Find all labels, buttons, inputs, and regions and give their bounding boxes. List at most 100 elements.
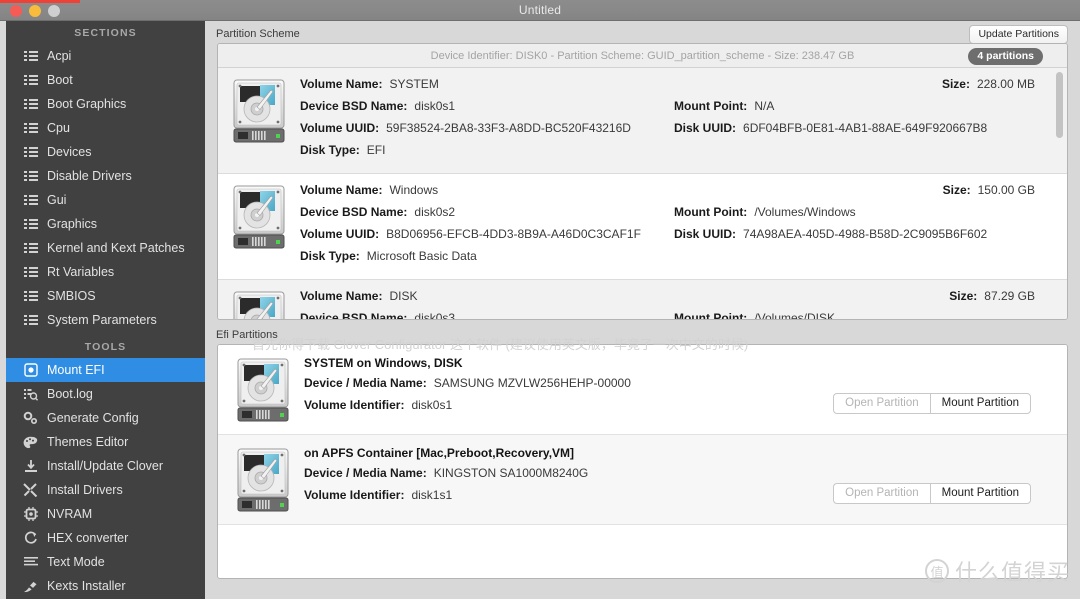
disk-type-value: EFI xyxy=(366,143,386,157)
sidebar-item-label: Kexts Installer xyxy=(47,579,126,593)
sidebar-item-cpu[interactable]: Cpu xyxy=(6,116,205,140)
open-partition-button[interactable]: Open Partition xyxy=(833,483,930,504)
sidebar-item-mount-efi[interactable]: Mount EFI xyxy=(6,358,205,382)
sidebar-item-label: System Parameters xyxy=(47,313,157,327)
sidebar-item-generate-config[interactable]: Generate Config xyxy=(6,406,205,430)
volume-uuid-label: Volume UUID: xyxy=(300,121,380,135)
partition-scrollbar[interactable] xyxy=(1055,70,1064,315)
tools-list: Mount EFI Boot.log Generate Config Themes E… xyxy=(6,358,205,599)
list-icon xyxy=(23,121,38,135)
disk-type-cell: Disk Type: EFI xyxy=(300,143,674,157)
chip-icon xyxy=(23,507,38,521)
sidebar-item-smbios[interactable]: SMBIOS xyxy=(6,284,205,308)
volume-name-value: DISK xyxy=(389,289,418,303)
volume-uuid-cell: Volume UUID: 59F38524-2BA8-33F3-A8DD-BC52… xyxy=(300,121,674,135)
disk-uuid-value: 74A98AEA-405D-4988-B58D-2C9095B6F602 xyxy=(743,227,988,241)
volume-uuid-cell: Volume UUID: B8D06956-EFCB-4DD3-8B9A-A46D… xyxy=(300,227,674,241)
sidebar-item-kernel-and-kext-patches[interactable]: Kernel and Kext Patches xyxy=(6,236,205,260)
gears-icon xyxy=(23,411,38,425)
download-icon xyxy=(23,459,38,473)
list-icon xyxy=(23,217,38,231)
sidebar-item-label: Mount EFI xyxy=(47,363,105,377)
mount-point-cell: Mount Point: /Volumes/DISK xyxy=(674,311,835,320)
volume-name-label: Volume Name: xyxy=(300,289,383,303)
hard-drive-icon xyxy=(236,358,290,424)
sidebar-item-label: SMBIOS xyxy=(47,289,96,303)
sidebar-item-kexts-installer[interactable]: Kexts Installer xyxy=(6,574,205,598)
tools-header: TOOLS xyxy=(84,341,127,353)
sidebar-item-system-parameters[interactable]: System Parameters xyxy=(6,308,205,332)
partition-field-row: Device BSD Name: disk0s2 Mount Point: /Volu… xyxy=(300,205,1057,227)
partition-rows: Volume Name: SYSTEM Size: 228.00 MB Device B… xyxy=(218,68,1067,320)
sidebar-item-boot[interactable]: Boot xyxy=(6,68,205,92)
sidebar-item-boot-log[interactable]: Boot.log xyxy=(6,382,205,406)
size-value: 228.00 MB xyxy=(976,77,1035,91)
sidebar-item-label: Graphics xyxy=(47,217,98,231)
partition-scrollbar-thumb[interactable] xyxy=(1056,72,1063,138)
size-value: 87.29 GB xyxy=(984,289,1035,303)
efi-partitions-panel: SYSTEM on Windows, DISK Device / Media Na… xyxy=(217,344,1068,579)
efi-partition-fields: on APFS Container [Mac,Preboot,Recovery,… xyxy=(304,446,1057,514)
media-name-value: KINGSTON SA1000M8240G xyxy=(433,466,589,480)
sidebar-item-nvram[interactable]: NVRAM xyxy=(6,502,205,526)
sidebar-item-label: Devices xyxy=(47,145,92,159)
efi-action-buttons: Open Partition Mount Partition xyxy=(833,393,1031,414)
partition-field-row: Device BSD Name: disk0s1 Mount Point: N/A xyxy=(300,99,1057,121)
mount-partition-button[interactable]: Mount Partition xyxy=(929,393,1031,414)
sidebar: SECTIONS Acpi Boot Boot Graphics Cpu Devices… xyxy=(6,21,205,599)
title-bar: Untitled xyxy=(0,0,1080,21)
disk-uuid-label: Disk UUID: xyxy=(674,121,737,135)
volume-name-label: Volume Name: xyxy=(300,77,383,91)
volume-name-cell: Volume Name: SYSTEM xyxy=(300,77,674,91)
sidebar-item-label: Themes Editor xyxy=(47,435,129,449)
partition-row[interactable]: Volume Name: Windows Size: 150.00 GB Device … xyxy=(218,174,1067,280)
partition-row[interactable]: Volume Name: DISK Size: 87.29 GB Device BSD … xyxy=(218,280,1067,320)
sidebar-item-devices[interactable]: Devices xyxy=(6,140,205,164)
sidebar-item-disable-drivers[interactable]: Disable Drivers xyxy=(6,164,205,188)
sidebar-item-gui[interactable]: Gui xyxy=(6,188,205,212)
disk-type-label: Disk Type: xyxy=(300,249,360,263)
efi-partition-row[interactable]: SYSTEM on Windows, DISK Device / Media Na… xyxy=(218,345,1067,435)
mount-point-value: N/A xyxy=(754,99,775,113)
hard-drive-icon xyxy=(232,79,286,145)
sidebar-item-text-mode[interactable]: Text Mode xyxy=(6,550,205,574)
tools-icon xyxy=(23,483,38,497)
size-label: Size: xyxy=(941,77,970,91)
sidebar-item-themes-editor[interactable]: Themes Editor xyxy=(6,430,205,454)
sidebar-item-install-drivers[interactable]: Install Drivers xyxy=(6,478,205,502)
sidebar-item-label: Acpi xyxy=(47,49,72,63)
sidebar-item-boot-graphics[interactable]: Boot Graphics xyxy=(6,92,205,116)
partition-row[interactable]: Volume Name: SYSTEM Size: 228.00 MB Device B… xyxy=(218,68,1067,174)
mount-point-cell: Mount Point: /Volumes/Windows xyxy=(674,205,856,219)
volume-identifier-value: disk0s1 xyxy=(411,398,453,412)
sidebar-item-graphics[interactable]: Graphics xyxy=(6,212,205,236)
lines-icon xyxy=(23,555,38,569)
sidebar-item-label: Generate Config xyxy=(47,411,139,425)
sidebar-item-label: Install Drivers xyxy=(47,483,123,497)
size-label: Size: xyxy=(949,289,978,303)
disk-type-value: Microsoft Basic Data xyxy=(366,249,477,263)
list-icon xyxy=(23,97,38,111)
open-partition-button[interactable]: Open Partition xyxy=(833,393,930,414)
main-content: Partition Scheme Update Partitions Devic… xyxy=(205,21,1080,599)
sidebar-item-label: Disable Drivers xyxy=(47,169,132,183)
efi-partition-fields: SYSTEM on Windows, DISK Device / Media Na… xyxy=(304,356,1057,424)
sidebar-item-label: Cpu xyxy=(47,121,70,135)
partition-field-row: Volume Name: DISK Size: 87.29 GB xyxy=(300,289,1057,311)
partition-count-badge: 4 partitions xyxy=(968,48,1043,65)
sidebar-item-label: HEX converter xyxy=(47,531,129,545)
sidebar-item-acpi[interactable]: Acpi xyxy=(6,44,205,68)
sidebar-item-install-update-clover[interactable]: Install/Update Clover xyxy=(6,454,205,478)
efi-partition-row[interactable]: on APFS Container [Mac,Preboot,Recovery,… xyxy=(218,435,1067,525)
update-partitions-button[interactable]: Update Partitions xyxy=(969,25,1068,44)
sidebar-item-rt-variables[interactable]: Rt Variables xyxy=(6,260,205,284)
list-icon xyxy=(23,265,38,279)
sidebar-item-hex-converter[interactable]: HEX converter xyxy=(6,526,205,550)
list-icon xyxy=(23,193,38,207)
mount-partition-button[interactable]: Mount Partition xyxy=(929,483,1031,504)
list-icon xyxy=(23,289,38,303)
mount-point-label: Mount Point: xyxy=(674,311,748,320)
size-cell: Size: 150.00 GB xyxy=(943,183,1035,197)
efi-partition-title: on APFS Container [Mac,Preboot,Recovery,… xyxy=(304,446,575,460)
device-bsd-name-label: Device BSD Name: xyxy=(300,205,408,219)
